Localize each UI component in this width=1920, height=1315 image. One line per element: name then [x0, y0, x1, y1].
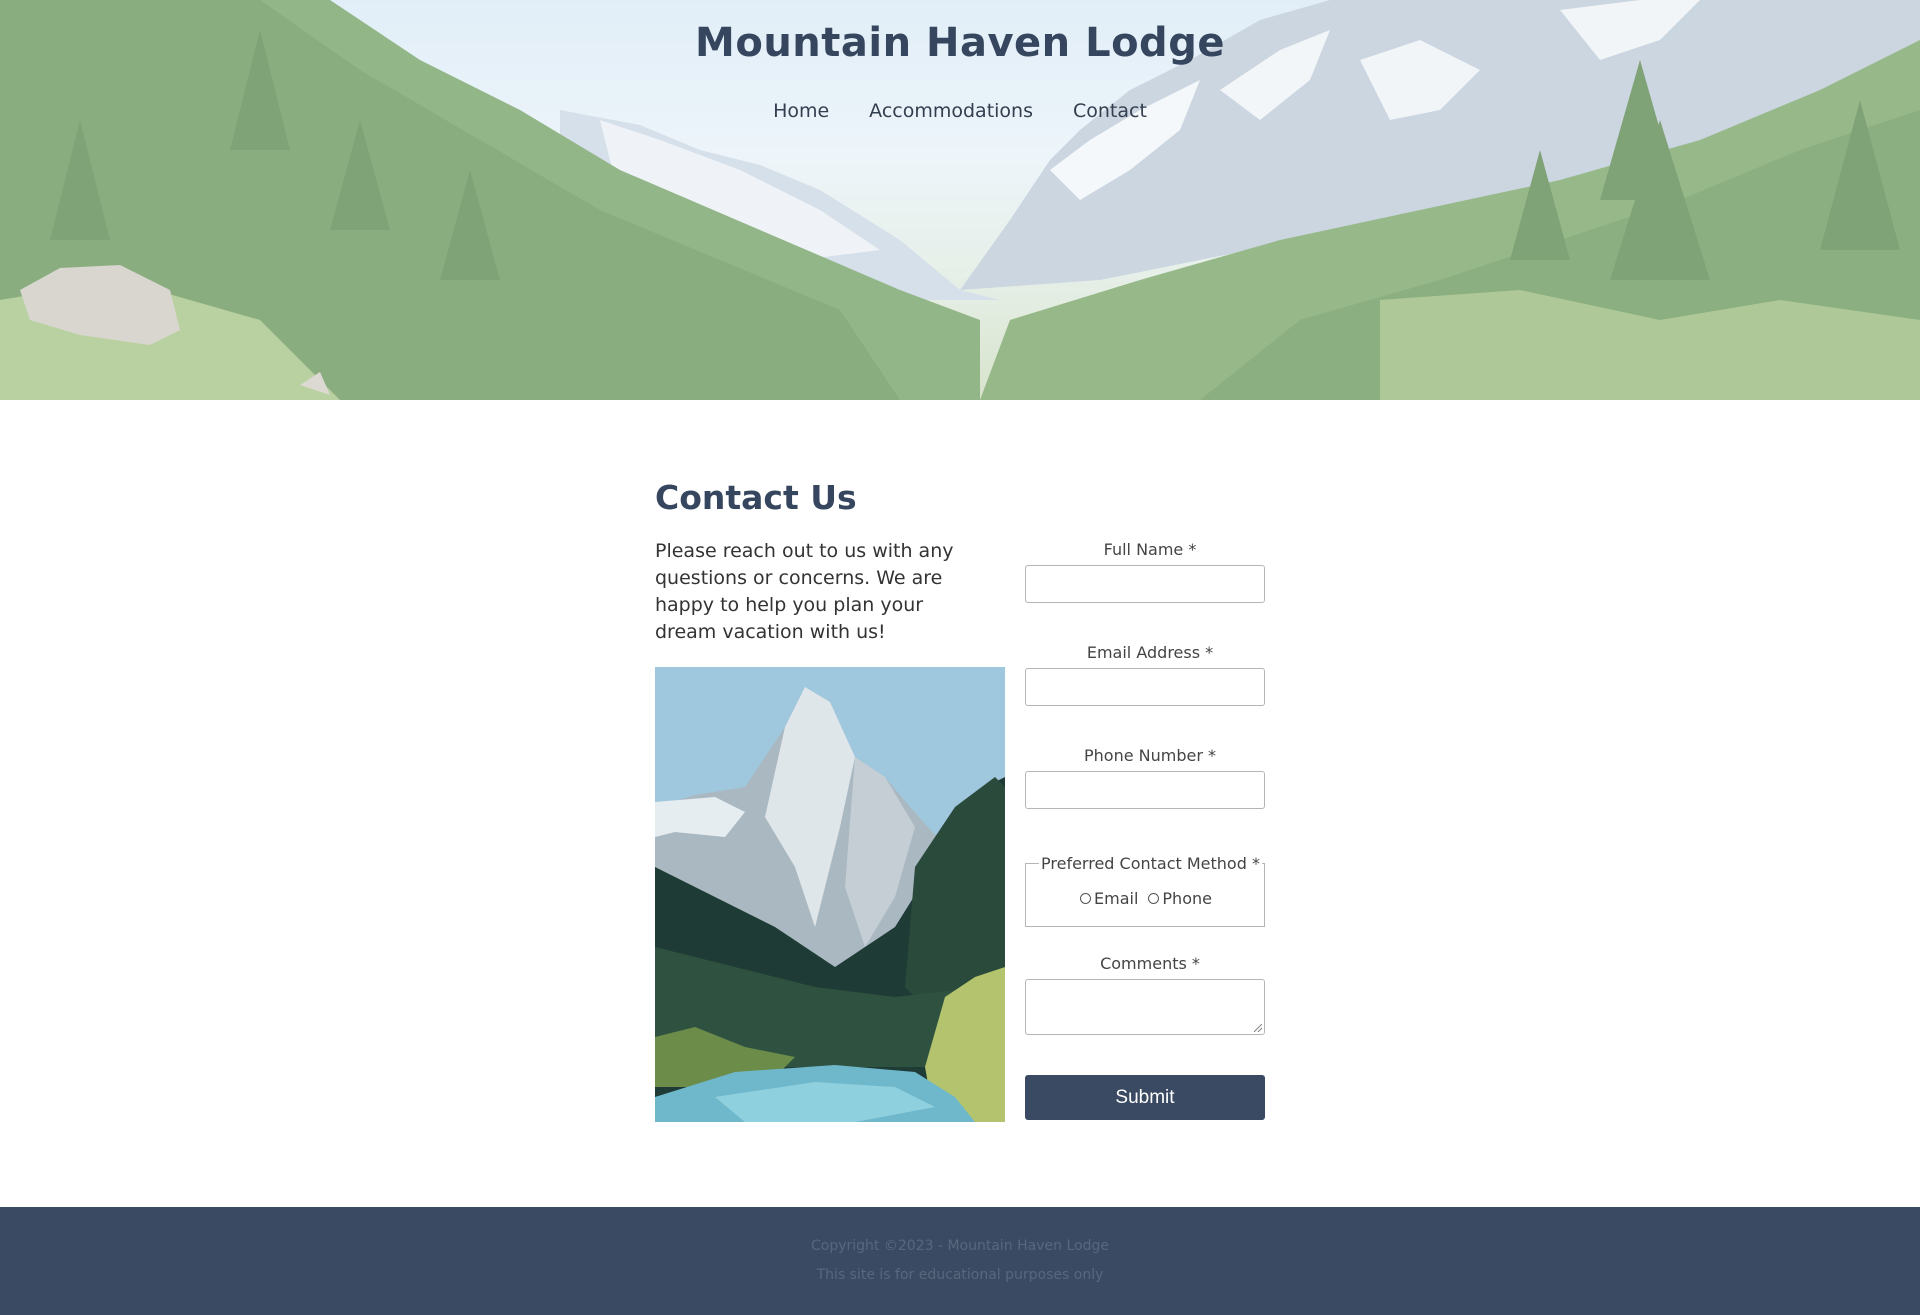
contact-method-phone-option[interactable]: Phone [1148, 889, 1212, 908]
phone-label: Phone Number * [1083, 746, 1216, 765]
footer-note: This site is for educational purposes on… [816, 1267, 1104, 1283]
comments-textarea[interactable] [1025, 979, 1265, 1035]
full-name-input[interactable] [1025, 565, 1265, 603]
phone-radio-label: Phone [1162, 889, 1212, 908]
email-radio[interactable] [1080, 893, 1092, 904]
phone-input[interactable] [1025, 771, 1265, 809]
nav-home-link[interactable]: Home [773, 100, 829, 122]
phone-radio[interactable] [1148, 893, 1160, 904]
comments-label: Comments * [1100, 954, 1200, 973]
resize-grip-icon[interactable] [1254, 1024, 1262, 1032]
submit-button[interactable]: Submit [1025, 1075, 1265, 1120]
contact-method-label: Preferred Contact Method * [1039, 854, 1262, 873]
site-footer: Copyright ©2023 - Mountain Haven Lodge T… [0, 1207, 1920, 1315]
mountain-photo [655, 667, 1005, 1122]
contact-method-email-option[interactable]: Email [1080, 889, 1138, 908]
main-nav: Home Accommodations Contact [0, 100, 1920, 122]
email-radio-label: Email [1094, 889, 1139, 908]
email-label: Email Address * [1086, 643, 1214, 662]
full-name-label: Full Name * [1103, 540, 1197, 559]
hero-banner: Mountain Haven Lodge Home Accommodations… [0, 0, 1920, 400]
nav-accommodations-link[interactable]: Accommodations [869, 100, 1033, 122]
contact-method-fieldset: Preferred Contact Method * Email Phone [1025, 854, 1266, 927]
contact-intro-text: Please reach out to us with any question… [655, 540, 954, 643]
nav-contact-link[interactable]: Contact [1073, 100, 1147, 122]
contact-method-options: Email Phone [1026, 889, 1266, 908]
email-input[interactable] [1025, 668, 1265, 706]
contact-heading: Contact Us [655, 478, 857, 517]
footer-copyright: Copyright ©2023 - Mountain Haven Lodge [811, 1238, 1109, 1254]
site-title: Mountain Haven Lodge [695, 20, 1225, 66]
